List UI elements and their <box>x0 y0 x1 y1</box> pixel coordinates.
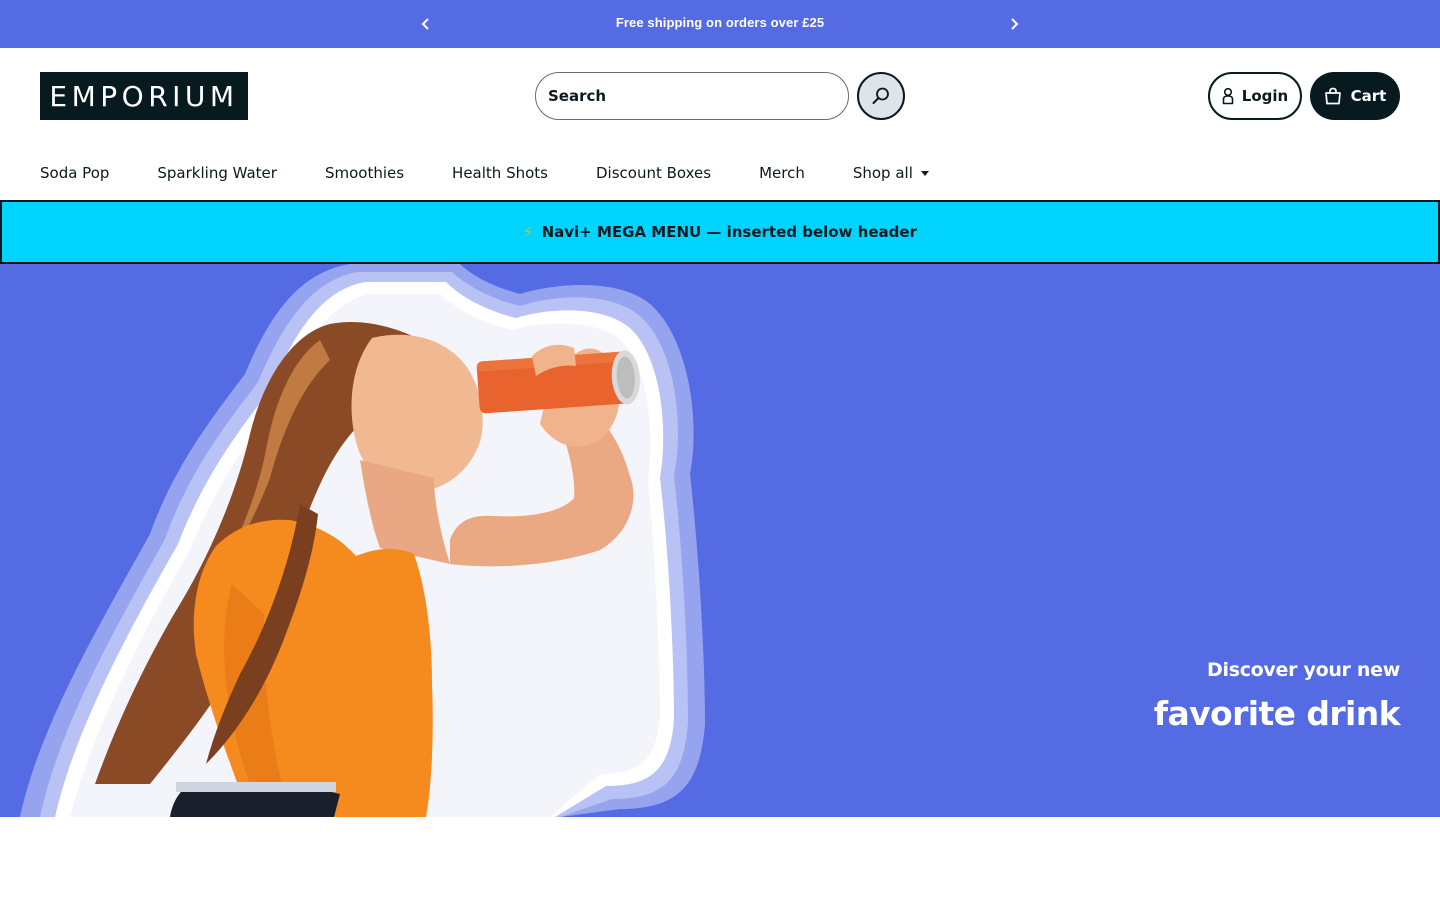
nav-item-discount-boxes[interactable]: Discount Boxes <box>596 164 711 182</box>
announcement-text: Free shipping on orders over £25 <box>615 15 825 30</box>
nav-label: Sparkling Water <box>157 164 277 182</box>
search-button[interactable] <box>857 72 905 120</box>
lightning-icon: ⚡ <box>523 223 534 241</box>
hero-belt <box>176 782 336 792</box>
cart-label: Cart <box>1350 87 1387 105</box>
nav-item-smoothies[interactable]: Smoothies <box>325 164 404 182</box>
nav-label: Shop all <box>852 164 913 182</box>
nav-label: Soda Pop <box>40 164 110 182</box>
nav-item-shop-all[interactable]: Shop all <box>853 164 929 182</box>
nav-label: Smoothies <box>324 164 405 182</box>
logo[interactable]: EMPORIUM <box>40 72 248 120</box>
hero-image <box>20 264 705 817</box>
nav-label: Health Shots <box>452 164 548 182</box>
nav-label: Discount Boxes <box>595 164 712 182</box>
cart-button[interactable]: Cart <box>1310 72 1400 120</box>
mega-menu-text: Navi+ MEGA MENU — inserted below header <box>541 223 917 241</box>
hero-banner: Discover your new favorite drink <box>0 264 1440 817</box>
hero-heading: favorite drink <box>1153 694 1401 733</box>
mega-menu-banner: ⚡ Navi+ MEGA MENU — inserted below heade… <box>0 200 1440 264</box>
nav-item-soda-pop[interactable]: Soda Pop <box>40 164 109 182</box>
nav-item-merch[interactable]: Merch <box>759 164 805 182</box>
nav-item-health-shots[interactable]: Health Shots <box>452 164 548 182</box>
shopping-bag-icon <box>1324 87 1341 105</box>
announcement-bar: Free shipping on orders over £25 <box>0 0 1440 48</box>
caret-down-icon <box>920 170 929 176</box>
search-input[interactable] <box>535 72 849 120</box>
mega-menu-content: ⚡ Navi+ MEGA MENU — inserted below heade… <box>523 223 917 241</box>
nav-label: Merch <box>759 164 805 182</box>
nav-item-sparkling-water[interactable]: Sparkling Water <box>157 164 277 182</box>
search-icon <box>872 87 889 104</box>
user-icon <box>1222 87 1234 105</box>
main-nav: Soda Pop Sparkling Water Smoothies Healt… <box>40 162 977 184</box>
hero-subheading: Discover your new <box>1207 659 1400 681</box>
announcement-next-button[interactable] <box>1002 12 1026 36</box>
login-button[interactable]: Login <box>1208 72 1302 120</box>
site-header: EMPORIUM Login Cart Soda Pop Sparkling W… <box>0 48 1440 200</box>
chevron-right-icon <box>1011 18 1019 30</box>
login-label: Login <box>1241 87 1289 105</box>
